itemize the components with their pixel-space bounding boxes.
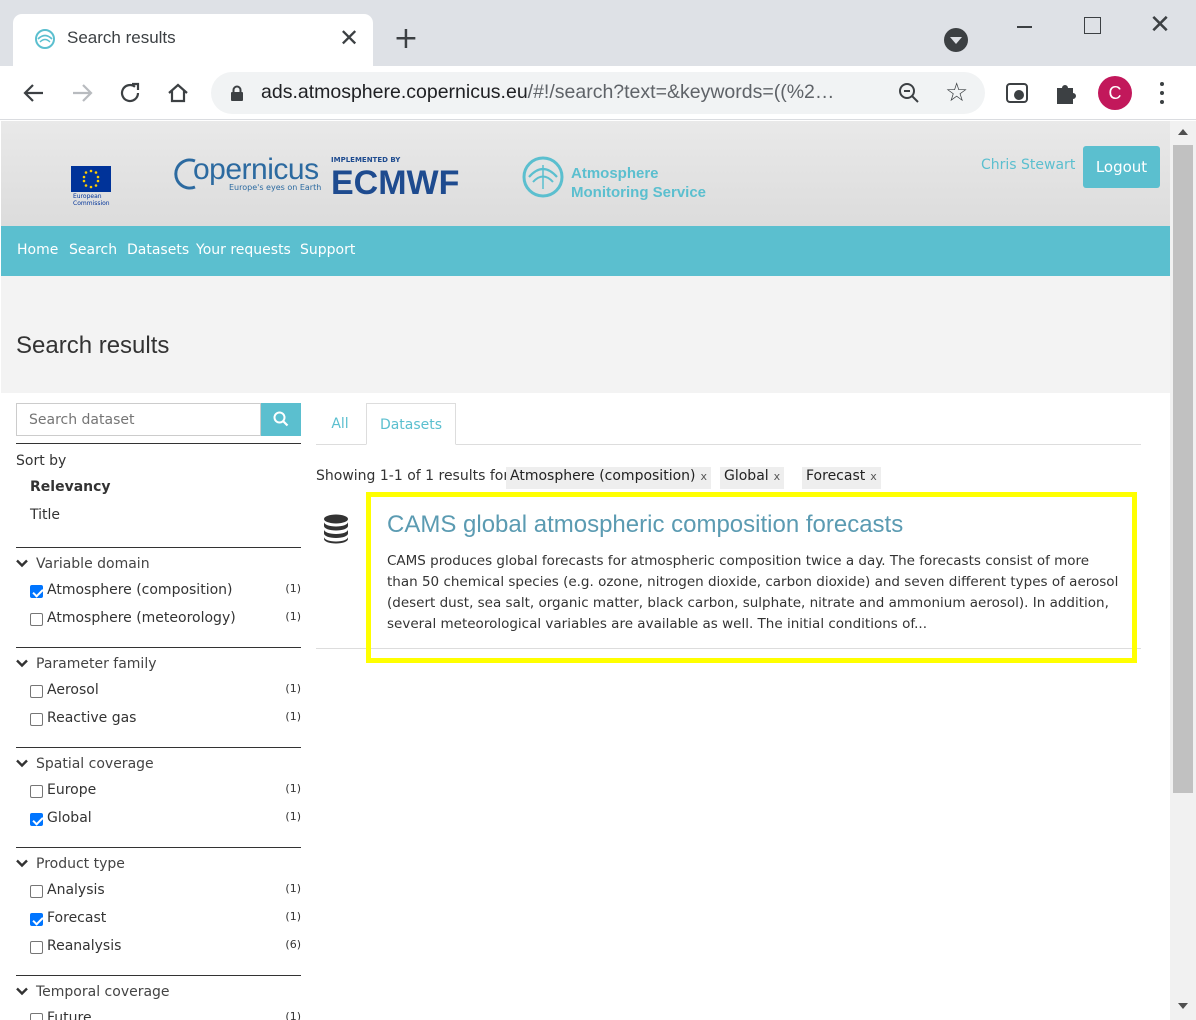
nav-home[interactable]: Home: [17, 242, 58, 258]
remove-chip-icon[interactable]: x: [700, 470, 707, 483]
nav-support[interactable]: Support: [300, 242, 355, 258]
highlight-box: [366, 492, 1137, 663]
checkbox[interactable]: [30, 1013, 43, 1020]
extensions-puzzle-icon[interactable]: [1051, 78, 1081, 108]
remove-chip-icon[interactable]: x: [774, 470, 781, 483]
facet-spatial-coverage[interactable]: Spatial coverage: [16, 756, 154, 772]
copernicus-logo: opernicus Europe's eyes on Earth: [173, 153, 321, 192]
chevron-down-icon: [16, 859, 28, 868]
facet-temporal-coverage[interactable]: Temporal coverage: [16, 984, 170, 1000]
close-tab-icon[interactable]: ✕: [336, 25, 362, 51]
tab-search-icon[interactable]: [944, 28, 968, 52]
page-scrollbar[interactable]: [1170, 121, 1196, 1020]
checkbox[interactable]: [30, 613, 43, 626]
checkbox[interactable]: [30, 941, 43, 954]
minimize-button[interactable]: [1007, 8, 1041, 42]
browser-tab[interactable]: Search results ✕: [13, 14, 373, 66]
extension-icon[interactable]: [1003, 78, 1033, 108]
checkbox[interactable]: [30, 813, 43, 826]
chevron-down-icon: [16, 759, 28, 768]
sort-title[interactable]: Title: [30, 507, 60, 523]
checkbox[interactable]: [30, 585, 43, 598]
checkbox[interactable]: [30, 685, 43, 698]
address-bar[interactable]: ads.atmosphere.copernicus.eu/#!/search?t…: [211, 72, 985, 114]
divider: [16, 647, 301, 648]
user-name-link[interactable]: Chris Stewart: [981, 157, 1075, 173]
cams-favicon-icon: [35, 29, 55, 49]
nav-your-requests[interactable]: Your requests: [196, 242, 291, 258]
search-input[interactable]: [17, 404, 260, 435]
chevron-down-icon: [16, 559, 28, 568]
divider: [16, 847, 301, 848]
maximize-button[interactable]: [1074, 8, 1108, 42]
chevron-down-icon: [16, 987, 28, 996]
lock-icon: [231, 85, 243, 101]
facet-option[interactable]: Atmosphere (meteorology) (1): [30, 610, 301, 630]
search-dataset-field[interactable]: [16, 403, 261, 436]
checkbox[interactable]: [30, 713, 43, 726]
facet-option[interactable]: Europe (1): [30, 782, 301, 802]
bookmark-star-icon[interactable]: ☆: [945, 78, 968, 108]
page-title: Search results: [16, 332, 170, 359]
title-band: Search results: [1, 276, 1170, 393]
facet-option[interactable]: Atmosphere (composition) (1): [30, 582, 301, 602]
divider: [16, 975, 301, 976]
search-icon: [273, 411, 289, 427]
zoom-out-icon[interactable]: [897, 81, 921, 105]
logout-button[interactable]: Logout: [1083, 146, 1160, 188]
url-text: ads.atmosphere.copernicus.eu/#!/search?t…: [261, 81, 835, 103]
cams-globe-icon: [522, 156, 564, 198]
facet-option[interactable]: Analysis (1): [30, 882, 301, 902]
facet-variable-domain[interactable]: Variable domain: [16, 556, 150, 572]
showing-text: Showing 1-1 of 1 results for: [316, 468, 510, 484]
profile-avatar[interactable]: C: [1098, 76, 1132, 110]
filter-chip[interactable]: Global x: [720, 467, 785, 489]
facet-option[interactable]: Aerosol (1): [30, 682, 301, 702]
nav-search[interactable]: Search: [69, 242, 117, 258]
back-icon[interactable]: [19, 78, 49, 108]
divider: [16, 443, 301, 444]
checkbox[interactable]: [30, 913, 43, 926]
site-header: European Commission opernicus Europe's e…: [1, 121, 1170, 226]
facet-option[interactable]: Future (1): [30, 1010, 301, 1020]
scroll-thumb[interactable]: [1173, 145, 1193, 793]
home-icon[interactable]: [163, 78, 193, 108]
european-commission-logo: European Commission: [55, 158, 145, 208]
facet-option[interactable]: Reactive gas (1): [30, 710, 301, 730]
new-tab-button[interactable]: +: [391, 24, 421, 54]
remove-chip-icon[interactable]: x: [870, 470, 877, 483]
nav-datasets[interactable]: Datasets: [127, 242, 189, 258]
filter-chip[interactable]: Atmosphere (composition) x: [506, 467, 711, 489]
results-tabs: All Datasets: [316, 403, 1141, 445]
tab-title: Search results: [67, 28, 176, 47]
database-icon: [324, 514, 348, 544]
sort-by-label: Sort by: [16, 453, 67, 469]
search-button[interactable]: [261, 403, 301, 436]
browser-menu-icon[interactable]: [1150, 78, 1174, 108]
sort-relevancy[interactable]: Relevancy: [30, 479, 111, 495]
ecmwf-logo: IMPLEMENTED BY ECMWF: [331, 156, 460, 202]
browser-toolbar: ads.atmosphere.copernicus.eu/#!/search?t…: [0, 66, 1196, 120]
tab-all[interactable]: All: [316, 403, 364, 445]
facet-option[interactable]: Reanalysis (6): [30, 938, 301, 958]
divider: [16, 747, 301, 748]
scroll-down-arrow-icon[interactable]: [1178, 1003, 1188, 1009]
scroll-up-arrow-icon[interactable]: [1178, 129, 1188, 135]
checkbox[interactable]: [30, 885, 43, 898]
facet-parameter-family[interactable]: Parameter family: [16, 656, 157, 672]
chevron-down-icon: [16, 659, 28, 668]
facet-option[interactable]: Forecast (1): [30, 910, 301, 930]
filter-chip[interactable]: Forecast x: [802, 467, 881, 489]
site-nav-bar: Home Search Datasets Your requests Suppo…: [1, 226, 1170, 276]
facet-option[interactable]: Global (1): [30, 810, 301, 830]
checkbox[interactable]: [30, 785, 43, 798]
forward-icon[interactable]: [67, 78, 97, 108]
window-close-button[interactable]: ✕: [1143, 8, 1177, 42]
divider: [16, 547, 301, 548]
page-viewport: European Commission opernicus Europe's e…: [1, 121, 1170, 1020]
facet-product-type[interactable]: Product type: [16, 856, 125, 872]
browser-tab-strip: Search results ✕ + ✕: [0, 0, 1196, 66]
reload-icon[interactable]: [115, 78, 145, 108]
tab-datasets[interactable]: Datasets: [366, 403, 456, 445]
